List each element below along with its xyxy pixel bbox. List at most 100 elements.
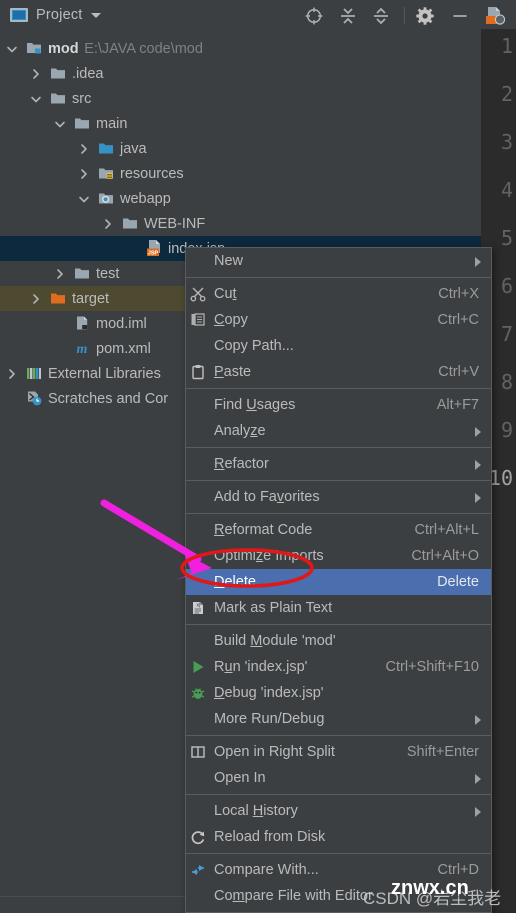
context-menu[interactable]: New Cut Ctrl+X Copy Ctrl+C Copy Path... Paste C… [185,247,492,913]
menu-item-open-in[interactable]: Open In [186,765,491,791]
tree-row-java[interactable]: java [0,136,481,161]
menu-item-find-usages[interactable]: Find Usages Alt+F7 [186,392,491,418]
gutter-line-number: 2 [500,82,513,106]
reload-icon [190,829,206,845]
editor-tab-index-jsp[interactable] [481,0,516,29]
chevron-right-icon[interactable] [6,368,18,380]
folder-icon [50,90,66,106]
menu-item-label: Paste [214,364,252,380]
gutter-line-number: 8 [500,370,513,394]
menu-item-label: Refactor [214,456,269,472]
compare-icon [190,862,206,878]
menu-item-label: Compare File with Editor [214,888,373,904]
menu-item-run-index-jsp[interactable]: Run 'index.jsp' Ctrl+Shift+F10 [186,654,491,680]
paste-icon [190,364,206,380]
menu-item-paste[interactable]: Paste Ctrl+V [186,359,491,385]
menu-item-copy-path[interactable]: Copy Path... [186,333,491,359]
tree-row-web-inf[interactable]: WEB-INF [0,211,481,236]
menu-item-label: Build Module 'mod' [214,633,336,649]
expand-all-icon[interactable] [338,6,358,26]
chevron-right-icon[interactable] [30,293,42,305]
idea-project-view: Project mod E:\JAVA code\mod .idea src m… [0,0,516,913]
svg-text:m: m [77,342,88,356]
tree-row-main[interactable]: main [0,111,481,136]
menu-item-analyze[interactable]: Analyze [186,418,491,444]
submenu-arrow-icon [475,715,481,725]
tree-row-label: Scratches and Cor [48,390,169,407]
tree-row-label: webapp [120,190,171,207]
hide-minimize-icon[interactable] [450,6,470,26]
scratches-icon [26,390,42,406]
tree-row-label: External Libraries [48,365,161,382]
tree-row-webapp[interactable]: webapp [0,186,481,211]
chevron-right-icon[interactable] [78,168,90,180]
menu-item-build-module-mod[interactable]: Build Module 'mod' [186,628,491,654]
menu-separator [186,513,491,514]
tree-row-label: resources [120,165,184,182]
menu-item-debug-index-jsp[interactable]: Debug 'index.jsp' [186,680,491,706]
gutter-line-number: 4 [500,178,513,202]
libraries-icon [26,365,42,381]
tree-row-mod[interactable]: mod E:\JAVA code\mod [0,36,481,61]
chevron-right-icon[interactable] [54,268,66,280]
chevron-down-icon[interactable] [78,193,90,205]
menu-item-copy[interactable]: Copy Ctrl+C [186,307,491,333]
plain-text-icon: x| [190,600,206,616]
chevron-right-icon[interactable] [102,218,114,230]
tree-row-label: main [96,115,128,132]
menu-item-optimize-imports[interactable]: Optimize Imports Ctrl+Alt+O [186,543,491,569]
menu-item-open-in-right-split[interactable]: Open in Right Split Shift+Enter [186,739,491,765]
menu-item-reformat-code[interactable]: Reformat Code Ctrl+Alt+L [186,517,491,543]
menu-item-new[interactable]: New [186,248,491,274]
submenu-arrow-icon [475,427,481,437]
menu-separator [186,447,491,448]
jsp-file-icon: JSP [146,239,162,256]
menu-item-delete[interactable]: Delete... Delete [186,569,491,595]
menu-item-label: Compare With... [214,862,319,878]
chevron-down-icon[interactable] [30,93,42,105]
tree-row-resources[interactable]: resources [0,161,481,186]
tree-row-path: E:\JAVA code\mod [84,40,203,57]
menu-separator [186,624,491,625]
gutter-line-number: 1 [500,34,513,58]
chevron-down-icon[interactable] [54,118,66,130]
iml-file-icon [74,315,90,331]
menu-item-more-run-debug[interactable]: More Run/Debug [186,706,491,732]
tree-row-label: src [72,90,92,107]
menu-item-label: Cut [214,286,237,302]
chevron-down-icon[interactable] [6,43,18,55]
settings-gear-icon[interactable] [415,6,435,26]
chevron-right-icon[interactable] [30,68,42,80]
collapse-all-icon[interactable] [371,6,391,26]
chevron-right-icon[interactable] [78,143,90,155]
webapp-folder-icon [98,190,114,206]
menu-item-shortcut: Shift+Enter [406,744,479,760]
tree-row-src[interactable]: src [0,86,481,111]
menu-item-shortcut: Ctrl+Shift+F10 [385,659,480,675]
menu-item-local-history[interactable]: Local History [186,798,491,824]
menu-item-cut[interactable]: Cut Ctrl+X [186,281,491,307]
gutter-line-number: 5 [500,226,513,250]
menu-item-label: Find Usages [214,397,296,413]
menu-item-label: Optimize Imports [214,548,324,564]
menu-item-refactor[interactable]: Refactor [186,451,491,477]
menu-item-add-to-favorites[interactable]: Add to Favorites [186,484,491,510]
menu-item-label: More Run/Debug [214,711,325,727]
gutter-line-number: 9 [500,418,513,442]
menu-item-label: Local History [214,803,298,819]
select-opened-file-icon[interactable] [304,6,324,26]
menu-item-label: Reformat Code [214,522,313,538]
menu-item-mark-as-plain-text[interactable]: x| Mark as Plain Text [186,595,491,621]
tree-row-idea[interactable]: .idea [0,61,481,86]
menu-item-reload-from-disk[interactable]: Reload from Disk [186,824,491,850]
chevron-down-icon[interactable] [90,12,101,18]
folder-icon [74,115,90,131]
menu-item-label: Reload from Disk [214,829,326,845]
menu-item-shortcut: Delete [437,574,479,590]
menu-item-shortcut: Alt+F7 [436,397,479,413]
menu-item-label: Mark as Plain Text [214,600,333,616]
menu-item-label: Open In [214,770,266,786]
menu-item-label: Copy [214,312,248,328]
tree-row-label: WEB-INF [144,215,206,232]
folder-icon [122,215,138,231]
